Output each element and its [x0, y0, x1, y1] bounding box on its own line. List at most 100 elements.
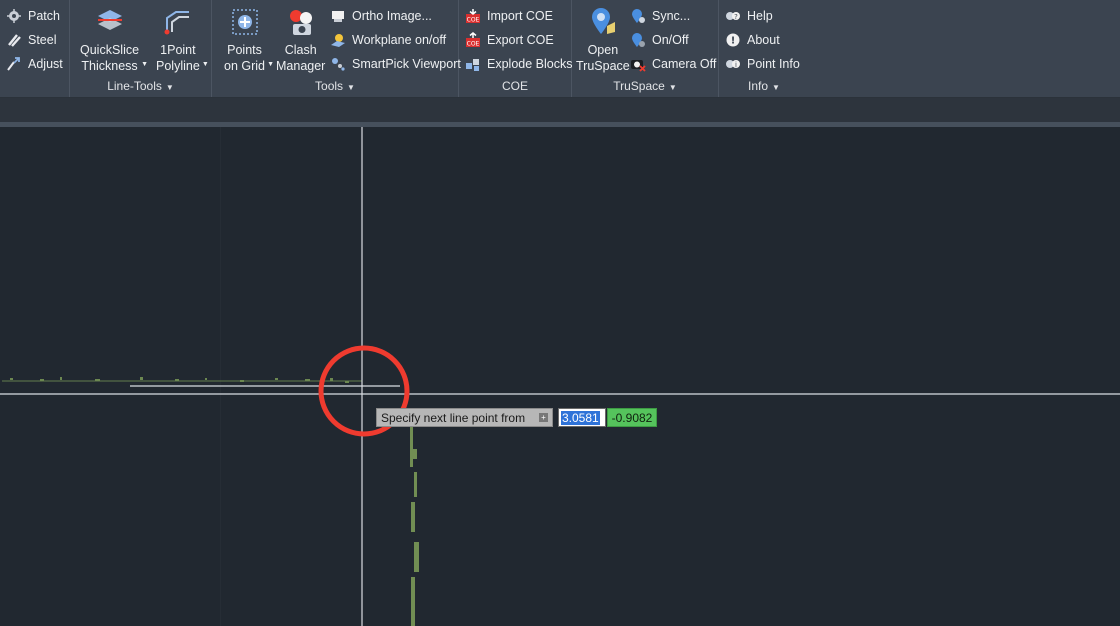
points-grid-label-2: on Grid: [224, 59, 265, 73]
quickslice-label-1: QuickSlice: [80, 43, 140, 57]
chevron-down-icon: ▼: [347, 83, 355, 92]
explode-blocks-icon: [465, 56, 481, 72]
point-info-icon: i: [725, 56, 741, 72]
export-coe-label: Export COE: [487, 33, 554, 47]
explode-blocks-button[interactable]: Explode Blocks: [465, 54, 572, 74]
polyline-icon: [164, 11, 189, 35]
camera-off-label: Camera Off: [652, 57, 717, 71]
export-coe-icon: COE: [465, 32, 481, 48]
viewport-canvas: [0, 127, 1120, 626]
panel-title-truspace[interactable]: TruSpace ▼: [572, 79, 718, 93]
smartpick-viewport-button[interactable]: SmartPick Viewport: [330, 54, 461, 74]
open-truspace-button[interactable]: Open TruSpace: [576, 6, 630, 74]
quickslice-icon: [97, 10, 122, 30]
chevron-down-icon: ▼: [201, 61, 209, 68]
patch-button[interactable]: Patch: [6, 6, 60, 26]
ortho-image-label: Ortho Image...: [352, 9, 432, 23]
steel-button[interactable]: Steel: [6, 30, 57, 50]
point-cloud-vertical: [410, 427, 419, 626]
patch-icon: [6, 8, 22, 24]
ribbon: Patch Steel Adjust QuickSlice Thickness …: [0, 0, 1120, 98]
workplane-button[interactable]: Workplane on/off: [330, 30, 446, 50]
clash-manager-button[interactable]: Clash Manager: [276, 6, 325, 74]
svg-text:?: ?: [734, 13, 738, 21]
svg-text:COE: COE: [467, 41, 480, 48]
polyline-label-1: 1Point: [160, 43, 196, 57]
about-icon: !: [725, 32, 741, 48]
panel-title-coe: COE: [459, 79, 571, 93]
help-label: Help: [747, 9, 773, 23]
camera-off-button[interactable]: Camera Off: [630, 54, 716, 74]
explode-blocks-label: Explode Blocks: [487, 57, 573, 71]
camera-off-icon: [630, 56, 646, 72]
tools-title: Tools: [315, 79, 344, 93]
line-tools-title: Line-Tools: [107, 79, 162, 93]
adjust-icon: [6, 56, 22, 72]
clash-label-1: Clash: [284, 43, 317, 57]
smartpick-label: SmartPick Viewport: [352, 57, 461, 71]
point-info-button[interactable]: i Point Info: [725, 54, 800, 74]
sync-icon: [630, 8, 646, 24]
panel-title-info[interactable]: Info ▼: [719, 79, 809, 93]
smartpick-icon: [330, 56, 346, 72]
prompt-options-icon[interactable]: +: [539, 413, 548, 422]
import-coe-label: Import COE: [487, 9, 553, 23]
points-grid-icon: [231, 9, 258, 35]
prompt-text: Specify next line point from: [381, 410, 526, 425]
about-label: About: [747, 33, 780, 47]
panel-title-tools[interactable]: Tools ▼: [212, 79, 458, 93]
grid-line: [220, 127, 221, 626]
ribbon-panel-line-tools: QuickSlice Thickness ▼ 1Point Polyline ▼…: [70, 0, 212, 97]
export-coe-button[interactable]: COE Export COE: [465, 30, 554, 50]
ortho-image-button[interactable]: Ortho Image...: [330, 6, 432, 26]
ribbon-panel-edit: Patch Steel Adjust: [0, 0, 70, 97]
onoff-icon: [630, 32, 646, 48]
coord-y-input[interactable]: -0.9082: [607, 408, 657, 427]
point-info-label: Point Info: [747, 57, 800, 71]
truspace-label-2: TruSpace: [576, 59, 630, 73]
truspace-title: TruSpace: [613, 79, 665, 93]
svg-text:i: i: [735, 61, 737, 69]
adjust-button[interactable]: Adjust: [6, 54, 63, 74]
1point-polyline-button[interactable]: 1Point Polyline ▼: [156, 6, 209, 74]
command-prompt-tooltip: Specify next line point from +: [376, 408, 553, 427]
chevron-down-icon: ▼: [668, 83, 677, 92]
patch-label: Patch: [28, 9, 60, 23]
coord-x-input[interactable]: 3.0581: [558, 408, 606, 427]
chevron-down-icon: ▼: [165, 83, 174, 92]
drawing-viewport[interactable]: Specify next line point from + 3.0581 -0…: [0, 127, 1120, 626]
clash-label-2: Manager: [276, 59, 326, 73]
points-on-grid-button[interactable]: Points on Grid ▼: [224, 6, 274, 74]
help-button[interactable]: ? Help: [725, 6, 773, 26]
ribbon-panel-tools: Points on Grid ▼ Clash Manager Ortho Ima…: [212, 0, 461, 97]
coord-y-value: -0.9082: [611, 410, 653, 425]
chevron-down-icon: ▼: [267, 61, 274, 68]
chevron-down-icon: ▼: [772, 83, 780, 92]
help-icon: ?: [725, 8, 741, 24]
quickslice-label-2: Thickness: [81, 59, 138, 73]
sync-label: Sync...: [652, 9, 691, 23]
truspace-icon: [591, 8, 615, 34]
info-title: Info: [748, 79, 769, 93]
quickslice-thickness-button[interactable]: QuickSlice Thickness ▼: [80, 6, 148, 74]
import-coe-icon: COE: [465, 8, 481, 24]
panel-title-line-tools[interactable]: Line-Tools ▼: [70, 79, 211, 93]
points-grid-label-1: Points: [227, 43, 262, 57]
truspace-label-1: Open: [587, 43, 619, 57]
workplane-label: Workplane on/off: [352, 33, 447, 47]
about-button[interactable]: ! About: [725, 30, 780, 50]
sync-button[interactable]: Sync...: [630, 6, 690, 26]
chevron-down-icon: ▼: [141, 61, 149, 68]
point-cloud-horizontal: [2, 377, 362, 383]
svg-text:!: !: [731, 36, 736, 47]
onoff-label: On/Off: [652, 33, 689, 47]
import-coe-button[interactable]: COE Import COE: [465, 6, 553, 26]
polyline-label-2: Polyline: [156, 59, 200, 73]
adjust-label: Adjust: [28, 57, 63, 71]
onoff-button[interactable]: On/Off: [630, 30, 689, 50]
workplane-icon: [330, 32, 346, 48]
svg-text:COE: COE: [467, 17, 480, 24]
clash-manager-icon: [289, 10, 312, 35]
steel-label: Steel: [28, 33, 57, 47]
ribbon-panel-truspace: Open TruSpace Sync... On/Off Camera Off …: [572, 0, 719, 97]
